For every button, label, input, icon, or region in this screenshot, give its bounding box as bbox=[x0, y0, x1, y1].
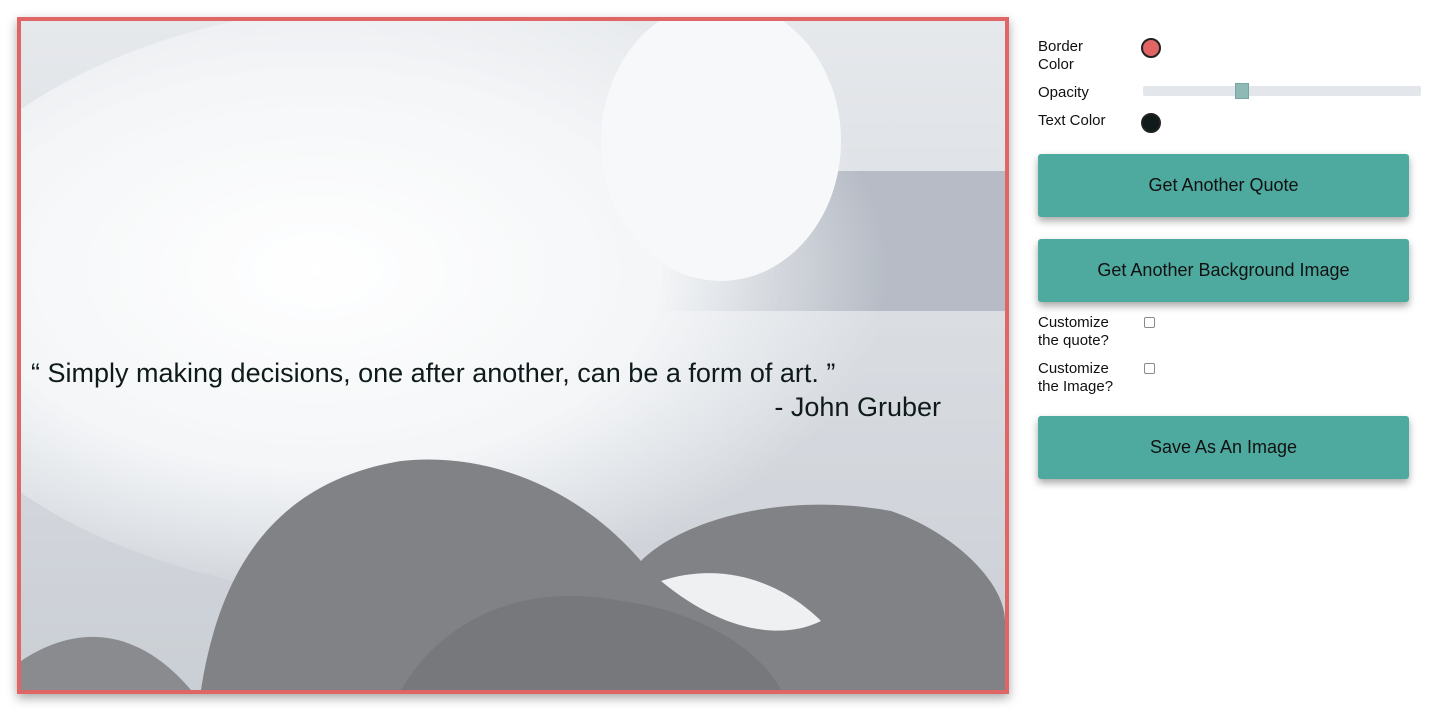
customize-quote-label: Customize the quote? bbox=[1038, 314, 1109, 349]
get-another-quote-button[interactable]: Get Another Quote bbox=[1038, 154, 1409, 217]
text-color-label: Text Color bbox=[1038, 112, 1106, 129]
opacity-slider-thumb[interactable] bbox=[1235, 83, 1249, 99]
controls-panel: Border Color Opacity Text Color Get Anot… bbox=[1038, 0, 1422, 718]
quote-block: “ Simply making decisions, one after ano… bbox=[31, 356, 941, 424]
border-color-label: Border Color bbox=[1038, 38, 1084, 73]
quote-author: - John Gruber bbox=[774, 392, 941, 422]
save-as-image-button[interactable]: Save As An Image bbox=[1038, 416, 1409, 479]
opacity-label: Opacity bbox=[1038, 84, 1089, 101]
border-color-picker[interactable] bbox=[1141, 38, 1161, 58]
quote-card: “ Simply making decisions, one after ano… bbox=[17, 17, 1009, 694]
get-another-background-image-button[interactable]: Get Another Background Image bbox=[1038, 239, 1409, 302]
quote-text: “ Simply making decisions, one after ano… bbox=[31, 358, 836, 388]
opacity-slider[interactable] bbox=[1143, 83, 1421, 99]
text-color-picker[interactable] bbox=[1141, 113, 1161, 133]
customize-image-label: Customize the Image? bbox=[1038, 360, 1114, 395]
customize-image-checkbox[interactable] bbox=[1144, 363, 1155, 374]
customize-quote-checkbox[interactable] bbox=[1144, 317, 1155, 328]
